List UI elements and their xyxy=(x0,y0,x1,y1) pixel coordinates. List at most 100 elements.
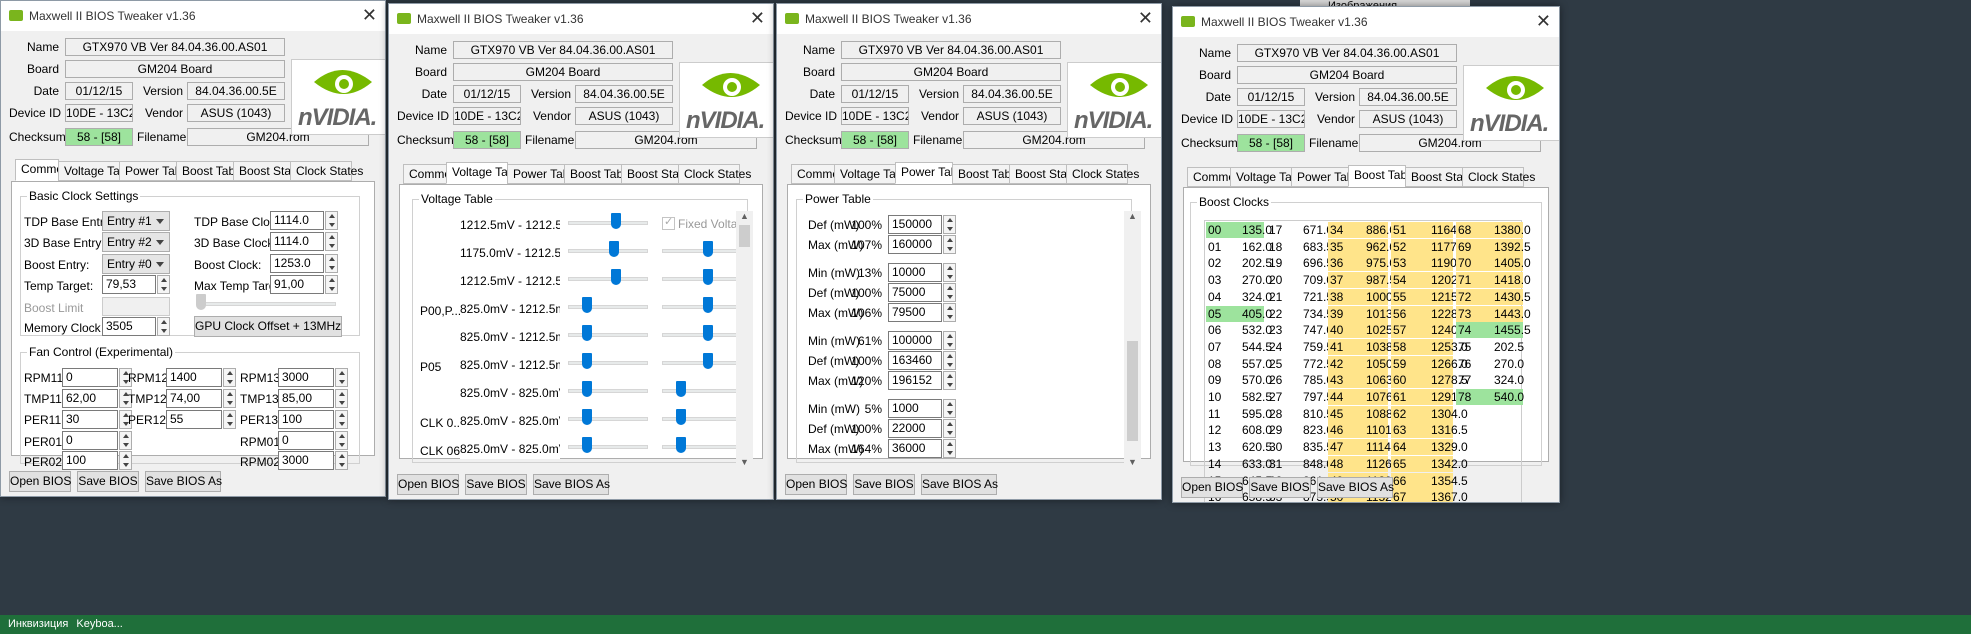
boost-entry-clock[interactable]: 1038.0 xyxy=(1366,338,1403,355)
boost-entry-clock[interactable]: 696.5 xyxy=(1303,255,1333,271)
fan-input-spinner[interactable] xyxy=(335,389,348,408)
save-bios-as-button[interactable]: Save BIOS As xyxy=(145,471,222,492)
fan-input-spinner[interactable] xyxy=(223,410,236,429)
voltage-slider-min-track[interactable] xyxy=(568,445,648,449)
gpu-clock-offset-button[interactable]: GPU Clock Offset + 13MHz xyxy=(194,316,342,337)
voltage-slider-max-thumb[interactable] xyxy=(703,241,713,257)
3d-base-clock-input[interactable]: 1114.0 xyxy=(270,232,324,251)
fan-input[interactable]: 3000 xyxy=(278,368,334,387)
boost-entry-clock[interactable]: 810.5 xyxy=(1303,406,1333,422)
boost-entry-clock[interactable]: 1405.0 xyxy=(1494,255,1531,272)
boost-entry-clock[interactable]: 1202.5 xyxy=(1431,272,1468,289)
boost-entry-clock[interactable]: 835.5 xyxy=(1303,439,1333,455)
power-value-input-spinner[interactable] xyxy=(943,351,956,370)
max-temp-target-input-spinner[interactable] xyxy=(325,275,338,294)
tab-boost-table[interactable]: Boost Table xyxy=(1348,165,1417,187)
close-icon[interactable]: ✕ xyxy=(1138,8,1153,29)
voltage-slider-max-track[interactable] xyxy=(662,305,742,309)
save-bios-button[interactable]: Save BIOS xyxy=(77,471,139,492)
power-scrollbar[interactable]: ▲ ▼ xyxy=(1124,211,1141,467)
power-value-input[interactable]: 22000 xyxy=(888,419,942,438)
boost-entry-clock[interactable]: 1329.0 xyxy=(1431,439,1468,456)
boost-entry-clock[interactable]: 1063.0 xyxy=(1366,372,1403,389)
boost-entry-clock[interactable]: 1430.5 xyxy=(1494,288,1531,305)
boost-entry-clock[interactable]: 1240.5 xyxy=(1431,322,1468,339)
boost-entry-clock[interactable]: 823.0 xyxy=(1303,422,1333,438)
power-value-input-spinner[interactable] xyxy=(943,283,956,302)
tdp-base-clock-input-spinner[interactable] xyxy=(325,211,338,230)
power-value-input[interactable]: 150000 xyxy=(888,215,942,234)
boost-entry-clock[interactable]: 772.5 xyxy=(1303,356,1333,372)
scrollbar-thumb[interactable] xyxy=(739,225,750,247)
voltage-slider-max-thumb[interactable] xyxy=(676,381,686,397)
save-bios-button[interactable]: Save BIOS xyxy=(465,474,527,495)
boost-entry-clock[interactable]: 785.0 xyxy=(1303,372,1333,388)
per01-input[interactable]: 0 xyxy=(62,431,118,450)
power-value-input[interactable]: 75000 xyxy=(888,283,942,302)
open-bios-button[interactable]: Open BIOS xyxy=(785,474,847,495)
voltage-slider-min-track[interactable] xyxy=(568,389,648,393)
power-value-input[interactable]: 36000 xyxy=(888,439,942,458)
power-value-input[interactable]: 163460 xyxy=(888,351,942,370)
boost-entry-clock[interactable]: 1367.0 xyxy=(1431,489,1468,502)
boost-entry-clock[interactable]: 1342.0 xyxy=(1431,455,1468,472)
boost-entry-clock[interactable]: 540.0 xyxy=(1494,389,1524,405)
boost-entry-clock[interactable]: 1164.5 xyxy=(1431,222,1467,238)
temp-target-input[interactable]: 79,53 xyxy=(102,275,156,294)
tab-voltage-table[interactable]: Voltage Table xyxy=(1230,167,1308,187)
voltage-slider-min-thumb[interactable] xyxy=(609,241,619,257)
open-bios-button[interactable]: Open BIOS xyxy=(397,474,459,495)
fan-input[interactable]: 30 xyxy=(62,410,118,429)
rpm01-input[interactable]: 0 xyxy=(278,431,334,450)
power-value-input[interactable]: 160000 xyxy=(888,235,942,254)
save-bios-as-button[interactable]: Save BIOS As xyxy=(921,474,998,495)
scroll-down-icon[interactable]: ▼ xyxy=(740,457,749,467)
boost-entry-clock[interactable]: 1392.5 xyxy=(1494,238,1531,255)
boost-entry-clock[interactable]: 1177.5 xyxy=(1431,238,1467,255)
tab-voltage-table[interactable]: Voltage Table xyxy=(58,161,136,181)
boost-entry-clock[interactable]: 202.5 xyxy=(1494,339,1524,355)
tab-boost-table[interactable]: Boost Table xyxy=(952,164,1021,184)
boost-entry-clock[interactable]: 162.0 xyxy=(1242,239,1272,255)
gpu-offset-slider-track[interactable] xyxy=(198,302,336,306)
voltage-slider-min-thumb[interactable] xyxy=(611,269,621,285)
boost-entry-clock[interactable]: 1114.0 xyxy=(1366,439,1401,456)
power-value-input-spinner[interactable] xyxy=(943,263,956,282)
per01-input-spinner[interactable] xyxy=(119,431,132,450)
boost-entry-clock[interactable]: 683.5 xyxy=(1303,239,1333,255)
boost-entry-clock[interactable]: 734.5 xyxy=(1303,306,1333,322)
temp-target-input-spinner[interactable] xyxy=(157,275,170,294)
boost-entry-clock[interactable]: 202.5 xyxy=(1242,255,1272,271)
tab-voltage-table[interactable]: Voltage Table xyxy=(834,164,912,184)
max-temp-target-input[interactable]: 91,00 xyxy=(270,275,324,294)
tab-common[interactable]: Common xyxy=(1187,167,1242,187)
boost-entry-clock[interactable]: 1418.0 xyxy=(1494,272,1531,289)
boost-clock-input[interactable]: 1253.0 xyxy=(270,254,324,273)
boost-entry-clock[interactable]: 1443.0 xyxy=(1494,305,1531,322)
boost-entry-clock[interactable]: 848.0 xyxy=(1303,456,1333,472)
boost-entry-clock[interactable]: 324.0 xyxy=(1242,289,1272,305)
power-value-input-spinner[interactable] xyxy=(943,215,956,234)
fan-input[interactable]: 0 xyxy=(62,368,118,387)
voltage-slider-max-track[interactable] xyxy=(662,445,742,449)
boost-entry-clock[interactable]: 1076.0 xyxy=(1366,389,1403,405)
boost-entry-clock[interactable]: 1266.0 xyxy=(1431,355,1468,372)
boost-entry-clock[interactable]: 270.0 xyxy=(1494,356,1524,372)
boost-entry-clock[interactable]: 1354.5 xyxy=(1431,472,1468,489)
close-icon[interactable]: ✕ xyxy=(1536,11,1551,32)
boost-entry-clock[interactable]: 633.0 xyxy=(1242,456,1272,472)
fan-input[interactable]: 74,00 xyxy=(166,389,222,408)
save-bios-button[interactable]: Save BIOS xyxy=(853,474,915,495)
voltage-slider-min-track[interactable] xyxy=(568,333,648,337)
fan-input[interactable]: 62,00 xyxy=(62,389,118,408)
voltage-slider-min-track[interactable] xyxy=(568,277,648,281)
fan-input-spinner[interactable] xyxy=(335,410,348,429)
per02-input-spinner[interactable] xyxy=(119,451,132,470)
boost-entry-clock[interactable]: 1215.5 xyxy=(1431,288,1468,305)
memory-clock-input-spinner[interactable] xyxy=(157,317,170,336)
boost-entry-clock[interactable]: 1228.0 xyxy=(1431,305,1468,322)
voltage-slider-min-track[interactable] xyxy=(568,249,648,253)
boost-entry-clock[interactable]: 608.0 xyxy=(1242,422,1272,438)
fan-input-spinner[interactable] xyxy=(223,368,236,387)
voltage-slider-min-track[interactable] xyxy=(568,417,648,421)
